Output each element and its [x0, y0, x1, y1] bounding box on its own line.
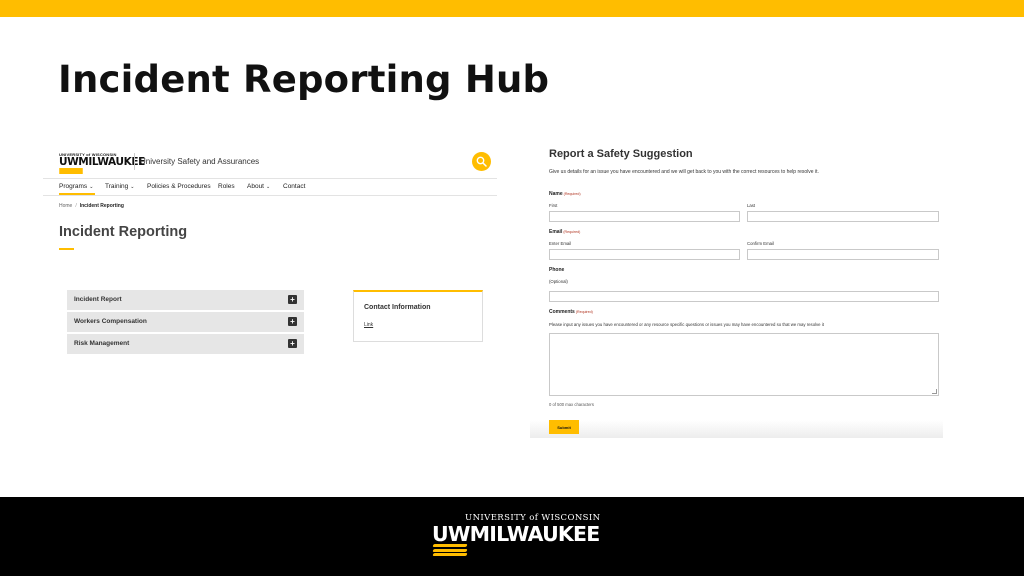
site-name[interactable]: University Safety and Assurances: [140, 157, 259, 166]
accordion-item-risk-management[interactable]: Risk Management +: [67, 334, 304, 354]
form-intro: Give us details for an issue you have en…: [549, 169, 819, 175]
footer-logo-milwaukee-text: UWMILWAUKEE: [432, 522, 600, 546]
last-name-input[interactable]: [747, 211, 939, 222]
submit-button[interactable]: Submit: [549, 420, 579, 434]
accordion-label: Incident Report: [74, 296, 122, 303]
label-text: Name: [549, 191, 563, 197]
label-text: Comments: [549, 309, 575, 315]
contact-info-card: Contact Information Link: [353, 290, 483, 342]
search-button[interactable]: [472, 152, 491, 171]
footer-logo-stripes-icon: [432, 544, 468, 558]
confirm-email-sublabel: Confirm Email: [747, 241, 774, 246]
breadcrumb: Home / Incident Reporting: [59, 203, 124, 209]
nav-item-training[interactable]: Training ⌄: [105, 183, 134, 190]
phone-label: Phone: [549, 267, 565, 273]
accordion-item-workers-compensation[interactable]: Workers Compensation +: [67, 312, 304, 332]
search-icon: [476, 156, 487, 167]
breadcrumb-separator: /: [75, 203, 77, 209]
chevron-down-icon: ⌄: [266, 184, 271, 190]
active-nav-indicator: [59, 193, 95, 195]
uwm-logo[interactable]: UNIVERSITY of WISCONSIN UWMILWAUKEE: [59, 152, 145, 174]
safety-suggestion-form-screenshot: Report a Safety Suggestion Give us detai…: [530, 140, 943, 438]
chevron-down-icon: ⌄: [130, 184, 135, 190]
breadcrumb-home[interactable]: Home: [59, 203, 72, 209]
chevron-down-icon: ⌄: [89, 184, 94, 190]
page-title: Incident Reporting: [59, 224, 188, 240]
accordion: Incident Report + Workers Compensation +…: [67, 290, 304, 356]
plus-icon: +: [288, 295, 297, 304]
name-label: Name(Required): [549, 191, 581, 197]
required-tag: (Required): [563, 230, 581, 234]
nav-label: Contact: [283, 183, 306, 190]
top-accent-bar: [0, 0, 1024, 17]
comments-label: Comments(Required): [549, 309, 593, 315]
nav-item-contact[interactable]: Contact: [283, 183, 305, 190]
accordion-item-incident-report[interactable]: Incident Report +: [67, 290, 304, 310]
nav-item-programs[interactable]: Programs ⌄: [59, 183, 93, 190]
phone-optional-note: (Optional): [549, 279, 568, 284]
label-text: Email: [549, 229, 563, 235]
contact-link[interactable]: Link: [364, 322, 373, 328]
nav-item-about[interactable]: About ⌄: [247, 183, 270, 190]
footer: UNIVERSITY of WISCONSIN UWMILWAUKEE: [0, 497, 1024, 576]
breadcrumb-current: Incident Reporting: [79, 203, 124, 209]
accordion-label: Risk Management: [74, 340, 130, 347]
nav-label: Training: [105, 183, 129, 190]
heading-underline: [59, 248, 74, 250]
nav-label: About: [247, 183, 264, 190]
nav-label: Programs: [59, 183, 88, 190]
email-label: Email(Required): [549, 229, 580, 235]
slide-title: Incident Reporting Hub: [58, 58, 550, 101]
form-title: Report a Safety Suggestion: [549, 148, 693, 160]
last-name-sublabel: Last: [747, 203, 756, 208]
comments-description: Please input any issues you have encount…: [549, 322, 824, 327]
contact-title: Contact Information: [364, 304, 431, 311]
required-tag: (Required): [575, 310, 593, 314]
footer-uwm-logo: UNIVERSITY of WISCONSIN UWMILWAUKEE: [432, 513, 600, 561]
character-count: 0 of 500 max characters: [549, 402, 594, 407]
enter-email-sublabel: Enter Email: [549, 241, 572, 246]
comments-textarea[interactable]: [549, 333, 939, 396]
nav-item-roles[interactable]: Roles: [218, 183, 235, 190]
header-divider: [134, 153, 135, 170]
required-tag: (Required): [563, 192, 581, 196]
main-nav: Programs ⌄ Training ⌄ Policies & Procedure…: [43, 178, 497, 196]
phone-input[interactable]: [549, 291, 939, 302]
site-header: UNIVERSITY of WISCONSIN UWMILWAUKEE Univ…: [43, 140, 497, 180]
plus-icon: +: [288, 339, 297, 348]
confirm-email-input[interactable]: [747, 249, 939, 260]
plus-icon: +: [288, 317, 297, 326]
first-name-sublabel: First: [549, 203, 558, 208]
incident-reporting-screenshot: UNIVERSITY of WISCONSIN UWMILWAUKEE Univ…: [43, 140, 497, 360]
resize-handle-icon[interactable]: [932, 389, 937, 394]
logo-milwaukee-text: UWMILWAUKEE: [59, 156, 145, 168]
email-input[interactable]: [549, 249, 740, 260]
accordion-label: Workers Compensation: [74, 318, 147, 325]
logo-stripes-icon: [59, 168, 83, 174]
nav-label: Policies & Procedures: [147, 183, 211, 190]
nav-label: Roles: [218, 183, 235, 190]
nav-item-policies[interactable]: Policies & Procedures: [147, 183, 211, 190]
first-name-input[interactable]: [549, 211, 740, 222]
